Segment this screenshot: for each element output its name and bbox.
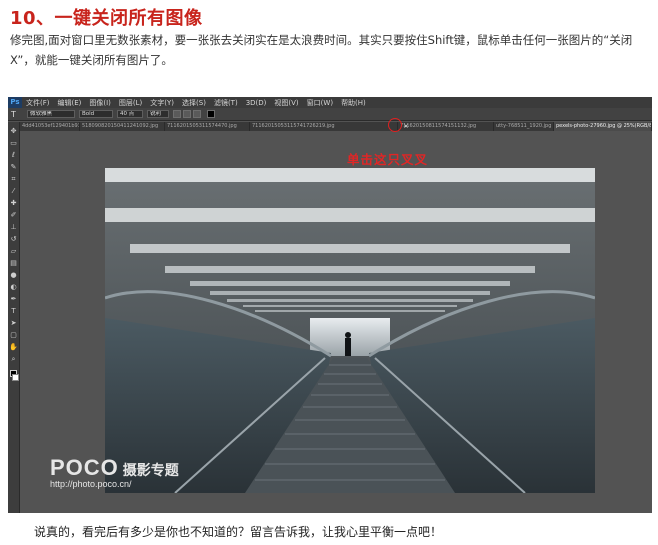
article-footer: 说真的，看完后有多少是你也不知道的？留言告诉我，让我心里平衡一点吧！ bbox=[34, 525, 443, 539]
document-tabs: 4dd41053ef129401b9335.jpg 51809082015041… bbox=[20, 122, 652, 131]
hand-icon[interactable]: ✋ bbox=[9, 342, 18, 352]
document-tab[interactable]: utty-768511_1920.jpg bbox=[494, 122, 554, 131]
annotation-label: 单击这只叉叉 bbox=[347, 152, 429, 167]
ps-toolbar: ✥ ▭ ℓ ✎ ⌗ ⁄ ✚ ✐ ⊥ ↺ ▱ ▤ ● ◐ ✒ T ➤ ▢ ✋ ⌕ bbox=[8, 122, 20, 513]
article-intro: 修完图,面对窗口里无数张素材，要一张张去关闭实在是太浪费时间。其实只要按住Shi… bbox=[10, 33, 633, 67]
blur-icon[interactable]: ● bbox=[9, 270, 18, 280]
text-color-swatch[interactable] bbox=[207, 110, 215, 118]
document-tab-active[interactable]: pexels-photo-27960.jpg @ 25%(RGB/8) bbox=[554, 122, 652, 131]
shape-icon[interactable]: ▢ bbox=[9, 330, 18, 340]
crop-icon[interactable]: ⌗ bbox=[9, 174, 18, 184]
gradient-icon[interactable]: ▤ bbox=[9, 258, 18, 268]
document-tab[interactable]: 711620150811574151132.jpg bbox=[398, 122, 494, 131]
ps-menubar: Ps 文件(F) 编辑(E) 图像(I) 图层(L) 文字(Y) 选择(S) 滤… bbox=[8, 97, 652, 108]
lasso-icon[interactable]: ℓ bbox=[9, 150, 18, 160]
menu-edit[interactable]: 编辑(E) bbox=[58, 98, 82, 108]
align-right-button[interactable] bbox=[193, 110, 201, 118]
antialias-select[interactable]: 锐利 bbox=[147, 110, 169, 118]
escalator-photo bbox=[105, 168, 595, 493]
quick-select-icon[interactable]: ✎ bbox=[9, 162, 18, 172]
eyedropper-icon[interactable]: ⁄ bbox=[9, 186, 18, 196]
menu-filter[interactable]: 滤镜(T) bbox=[214, 98, 238, 108]
menu-help[interactable]: 帮助(H) bbox=[341, 98, 366, 108]
highlight-circle bbox=[388, 118, 402, 132]
brush-icon[interactable]: ✐ bbox=[9, 210, 18, 220]
align-left-button[interactable] bbox=[173, 110, 181, 118]
document-tab[interactable]: 4dd41053ef129401b9335.jpg bbox=[20, 122, 80, 131]
menu-image[interactable]: 图像(I) bbox=[89, 98, 111, 108]
zoom-icon[interactable]: ⌕ bbox=[9, 354, 18, 364]
dodge-icon[interactable]: ◐ bbox=[9, 282, 18, 292]
menu-select[interactable]: 选择(S) bbox=[182, 98, 206, 108]
watermark-url: http://photo.poco.cn/ bbox=[50, 479, 132, 489]
move-icon[interactable]: ✥ bbox=[9, 126, 18, 136]
menu-window[interactable]: 窗口(W) bbox=[307, 98, 333, 108]
background-color-swatch[interactable] bbox=[12, 374, 19, 381]
document-canvas[interactable] bbox=[105, 168, 595, 493]
type-icon[interactable]: T bbox=[9, 306, 18, 316]
path-select-icon[interactable]: ➤ bbox=[9, 318, 18, 328]
watermark-brand: POCO bbox=[50, 455, 119, 480]
align-center-button[interactable] bbox=[183, 110, 191, 118]
menu-layer[interactable]: 图层(L) bbox=[119, 98, 142, 108]
menu-3d[interactable]: 3D(D) bbox=[246, 99, 267, 107]
healing-icon[interactable]: ✚ bbox=[9, 198, 18, 208]
article-heading: 10、一键关闭所有图像 bbox=[10, 8, 203, 29]
stamp-icon[interactable]: ⊥ bbox=[9, 222, 18, 232]
eraser-icon[interactable]: ▱ bbox=[9, 246, 18, 256]
ps-logo: Ps bbox=[8, 97, 22, 108]
menu-type[interactable]: 文字(Y) bbox=[150, 98, 174, 108]
document-tab[interactable]: 518090820150411241092.jpg bbox=[80, 122, 165, 131]
type-tool-icon[interactable]: T bbox=[11, 110, 21, 119]
menu-file[interactable]: 文件(F) bbox=[26, 98, 50, 108]
document-tab[interactable]: 71162015053115741726219.jpg bbox=[250, 122, 398, 131]
watermark: POCO 摄影专题 http://photo.poco.cn/ bbox=[50, 455, 179, 489]
font-style-select[interactable]: Bold bbox=[79, 110, 113, 118]
pen-icon[interactable]: ✒ bbox=[9, 294, 18, 304]
document-tab[interactable]: 7116201505311574470.jpg bbox=[165, 122, 250, 131]
font-size-select[interactable]: 40 点 bbox=[117, 110, 143, 118]
ps-options-bar: T 微软雅黑 Bold 40 点 锐利 bbox=[8, 108, 652, 121]
history-brush-icon[interactable]: ↺ bbox=[9, 234, 18, 244]
menu-view[interactable]: 视图(V) bbox=[274, 98, 298, 108]
marquee-icon[interactable]: ▭ bbox=[9, 138, 18, 148]
tab-close-icon[interactable]: × bbox=[402, 122, 410, 131]
watermark-channel: 摄影专题 bbox=[122, 463, 179, 479]
font-family-select[interactable]: 微软雅黑 bbox=[27, 110, 75, 118]
